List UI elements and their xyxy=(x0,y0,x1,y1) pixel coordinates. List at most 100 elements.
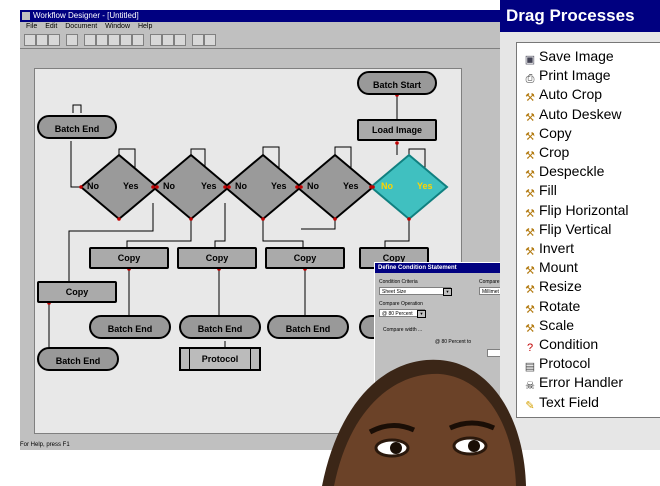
process-item-crop[interactable]: ⚒ Crop xyxy=(523,143,569,162)
tools-icon: ⚒ xyxy=(525,322,535,335)
process-item-label: Resize xyxy=(539,278,582,295)
print-icon[interactable] xyxy=(66,34,78,46)
process-item-label: Text Field xyxy=(539,393,599,410)
process-item-save-image[interactable]: ▣ Save Image xyxy=(523,47,614,66)
tools-icon: ⚒ xyxy=(525,150,535,162)
process-item-auto-crop[interactable]: ⚒ Auto Crop xyxy=(523,85,602,104)
batch-end-node[interactable]: Batch End xyxy=(37,115,117,139)
context-help-icon[interactable] xyxy=(204,34,216,46)
redo-icon[interactable] xyxy=(132,34,144,46)
cut-icon[interactable] xyxy=(84,34,96,46)
paste-icon[interactable] xyxy=(108,34,120,46)
new-icon[interactable] xyxy=(24,34,36,46)
app-title: Workflow Designer - [Untitled] xyxy=(33,11,139,20)
help-icon[interactable] xyxy=(192,34,204,46)
menu-edit[interactable]: Edit xyxy=(45,23,57,30)
process-item-label: Crop xyxy=(539,144,570,160)
palette-title: Drag Processes xyxy=(500,0,660,32)
process-item-scale[interactable]: ⚒ Scale xyxy=(523,316,574,335)
menu-bar: File Edit Document Window Help xyxy=(20,22,500,32)
condition-criteria-label: Condition Criteria xyxy=(379,279,418,285)
dialog-title[interactable]: Define Condition Statement xyxy=(375,263,515,273)
toolbar xyxy=(20,32,500,49)
tools-icon: ⚒ xyxy=(525,130,535,143)
process-item-despeckle[interactable]: ⚒ Despeckle xyxy=(523,162,604,181)
copy-icon[interactable] xyxy=(96,34,108,46)
process-item-label: Despeckle xyxy=(539,163,605,180)
diamond-1-yes: Yes xyxy=(123,181,139,191)
process-item-label: Rotate xyxy=(539,297,581,314)
process-item-print-image[interactable]: ⎙ Print Image xyxy=(523,66,611,85)
condition-criteria-select[interactable]: Sheet Size xyxy=(379,287,451,295)
tools-icon: ⚒ xyxy=(525,188,535,201)
process-item-flip-vertical[interactable]: ⚒ Flip Vertical xyxy=(523,220,611,239)
grid-icon[interactable] xyxy=(174,34,186,46)
batch-end-node-6[interactable]: Batch End xyxy=(37,347,119,371)
menu-file[interactable]: File xyxy=(26,23,37,30)
batch-end-node-2[interactable]: Batch End xyxy=(89,315,171,339)
palette-status xyxy=(516,430,660,440)
diamond-3-no: No xyxy=(235,181,247,191)
process-item-label: Save Image xyxy=(539,48,614,64)
batch-start-node[interactable]: Batch Start xyxy=(357,71,437,95)
process-item-condition[interactable]: ? Condition xyxy=(523,335,598,354)
menu-document[interactable]: Document xyxy=(65,23,97,30)
menu-window[interactable]: Window xyxy=(105,23,130,30)
process-item-fill[interactable]: ⚒ Fill xyxy=(523,181,557,200)
batch-end-node-3[interactable]: Batch End xyxy=(179,315,261,339)
copy-node-5[interactable]: Copy xyxy=(37,281,117,303)
tools-icon: ⚒ xyxy=(525,226,535,239)
chevron-down-icon[interactable]: ▼ xyxy=(443,288,452,296)
compare-label: Compare xyxy=(479,279,500,285)
floppy-icon: ▣ xyxy=(524,54,536,66)
process-item-label: Mount xyxy=(539,259,578,276)
diamond-5-no: No xyxy=(381,181,393,191)
tools-icon: ⚒ xyxy=(525,303,535,316)
person-photo xyxy=(322,359,526,486)
zoom-out-icon[interactable] xyxy=(162,34,174,46)
undo-icon[interactable] xyxy=(120,34,132,46)
copy-node-1[interactable]: Copy xyxy=(89,247,169,269)
load-image-node[interactable]: Load Image xyxy=(357,119,437,141)
compare-operation-label: Compare Operation xyxy=(379,301,423,307)
tools-icon: ⚒ xyxy=(525,246,535,258)
tools-icon: ⚒ xyxy=(525,92,535,105)
process-item-copy[interactable]: ⚒ Copy xyxy=(523,124,572,143)
process-item-label: Flip Vertical xyxy=(539,220,612,237)
menu-help[interactable]: Help xyxy=(138,23,152,30)
process-item-auto-deskew[interactable]: ⚒ Auto Deskew xyxy=(523,105,621,124)
process-item-error-handler[interactable]: ☠ Error Handler xyxy=(523,373,623,392)
process-item-label: Condition xyxy=(539,336,599,352)
process-item-label: Fill xyxy=(539,182,557,199)
app-titlebar[interactable]: Workflow Designer - [Untitled] xyxy=(20,10,500,22)
process-item-label: Error Handler xyxy=(539,374,624,391)
process-item-resize[interactable]: ⚒ Resize xyxy=(523,277,582,296)
diamond-5-yes: Yes xyxy=(417,181,433,191)
process-item-rotate[interactable]: ⚒ Rotate xyxy=(523,297,580,316)
process-item-label: Flip Horizontal xyxy=(539,201,629,218)
diamond-1-no: No xyxy=(87,181,99,191)
diamond-2-no: No xyxy=(163,181,175,191)
tools-icon: ⚒ xyxy=(525,111,535,124)
process-item-protocol[interactable]: ▤ Protocol xyxy=(523,354,591,373)
process-item-label: Protocol xyxy=(539,355,591,372)
tools-icon: ⚒ xyxy=(525,284,535,297)
process-item-label: Auto Crop xyxy=(539,86,603,103)
diamond-4-no: No xyxy=(307,181,319,191)
chevron-down-icon[interactable]: ▼ xyxy=(417,310,426,318)
process-item-invert[interactable]: ⚒ Invert xyxy=(523,239,574,258)
open-icon[interactable] xyxy=(36,34,48,46)
protocol-node[interactable]: Protocol xyxy=(179,347,261,371)
tools-icon: ⚒ xyxy=(525,265,535,278)
process-item-label: Copy xyxy=(539,124,572,141)
process-item-mount[interactable]: ⚒ Mount xyxy=(523,258,578,277)
copy-node-3[interactable]: Copy xyxy=(265,247,345,269)
process-item-label: Invert xyxy=(539,240,575,256)
save-icon[interactable] xyxy=(48,34,60,46)
process-item-text-field[interactable]: ✎ Text Field xyxy=(523,393,599,412)
zoom-in-icon[interactable] xyxy=(150,34,162,46)
process-item-label: Scale xyxy=(539,316,575,333)
process-item-flip-horizontal[interactable]: ⚒ Flip Horizontal xyxy=(523,201,628,220)
diamond-3-yes: Yes xyxy=(271,181,287,191)
copy-node-2[interactable]: Copy xyxy=(177,247,257,269)
